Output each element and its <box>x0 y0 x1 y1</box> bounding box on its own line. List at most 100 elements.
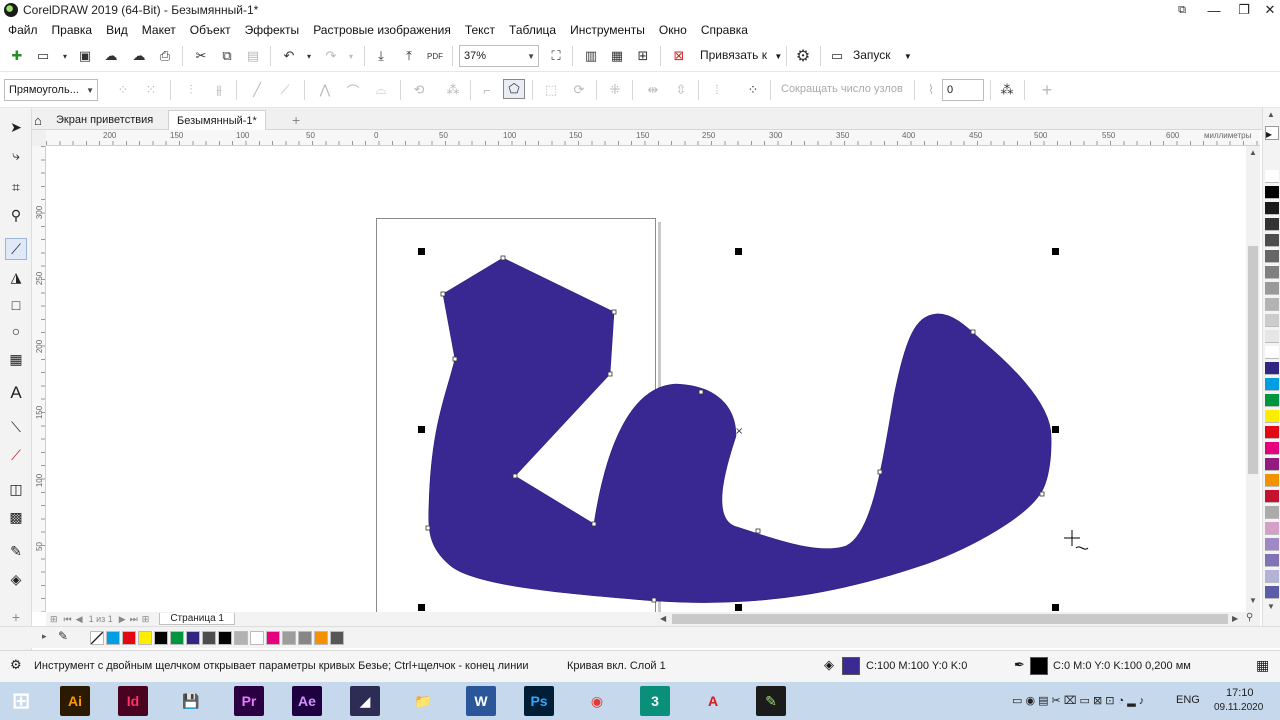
palette-swatch[interactable] <box>1265 458 1279 471</box>
menu-text[interactable]: Текст <box>465 23 495 37</box>
open-folder-icon[interactable]: ▭ <box>32 46 54 66</box>
connector-tool-icon[interactable]: ⟋ <box>5 444 27 466</box>
menu-edit[interactable]: Правка <box>52 23 93 37</box>
palette-swatch[interactable] <box>1265 554 1279 567</box>
reduce-nodes-button[interactable]: Сокращать число узлов <box>781 83 903 95</box>
minimize-button[interactable]: — <box>1198 0 1230 20</box>
artistic-media-icon[interactable]: ◮ <box>5 266 27 288</box>
last-page-icon[interactable]: ⏭ <box>130 614 138 625</box>
vertical-scroll-thumb[interactable] <box>1248 246 1258 474</box>
palette-scroll-down-icon[interactable]: ▼ <box>1267 602 1275 611</box>
close-button[interactable]: ✕ <box>1254 0 1280 20</box>
parallel-dimension-icon[interactable]: ⟍ <box>5 416 27 438</box>
add-icon[interactable]: + <box>1036 80 1058 100</box>
palette-scroll-up-icon[interactable]: ▲ <box>1267 110 1275 119</box>
palette-swatch[interactable] <box>234 631 248 645</box>
launch-button[interactable]: Запуск ▼ <box>853 48 912 62</box>
taskbar-indesign-icon[interactable]: Id <box>118 686 148 716</box>
fill-color-swatch[interactable] <box>842 657 860 675</box>
palette-swatch[interactable] <box>330 631 344 645</box>
options-gear-icon[interactable]: ⚙ <box>792 46 814 66</box>
palette-swatch[interactable] <box>154 631 168 645</box>
save-icon[interactable]: ▣ <box>74 46 96 66</box>
mirror-v-icon[interactable]: ⇳ <box>670 80 692 100</box>
palette-swatch[interactable] <box>1265 314 1279 327</box>
align-nodes-icon[interactable]: ⁜ <box>604 80 626 100</box>
outline-color-swatch[interactable] <box>1030 657 1048 675</box>
palette-swatch[interactable] <box>1265 538 1279 551</box>
export-pdf-icon[interactable]: PDF <box>424 46 446 66</box>
add-node-icon[interactable]: ⁘ <box>112 80 134 100</box>
break-curve-icon[interactable]: ⫵ <box>208 80 230 100</box>
palette-swatch[interactable] <box>1265 570 1279 583</box>
reverse-direction-icon[interactable]: ⟲ <box>408 80 430 100</box>
palette-swatch[interactable] <box>1265 474 1279 487</box>
transparency-icon[interactable]: ▩ <box>5 506 27 528</box>
horizontal-ruler[interactable]: 200 150 100 50 0 50 100 150 150 250 300 … <box>46 130 1260 146</box>
palette-swatch[interactable] <box>122 631 136 645</box>
mirror-h-icon[interactable]: ⇹ <box>642 80 664 100</box>
palette-swatch[interactable] <box>1265 250 1279 263</box>
zoom-tool-icon[interactable]: ⚲ <box>5 204 27 226</box>
taskbar-premiere-icon[interactable]: Pr <box>234 686 264 716</box>
import-icon[interactable]: ⤓ <box>370 46 392 66</box>
delete-node-icon[interactable]: ⁙ <box>140 80 162 100</box>
palette-swatch[interactable] <box>1265 202 1279 215</box>
tray-icons[interactable]: ▭ ◉ ▤ ✂ ⌧ ▭ ⊠ ⊡ ◔ ▂ ♪ <box>1012 694 1144 707</box>
palette-swatch[interactable] <box>1265 522 1279 535</box>
interactive-fill-icon[interactable]: ◈ <box>5 568 27 590</box>
palette-swatch[interactable] <box>1265 282 1279 295</box>
no-color-swatch[interactable] <box>90 631 104 645</box>
palette-swatch[interactable] <box>1265 362 1279 375</box>
to-curve-icon[interactable]: ⟋ <box>274 80 296 100</box>
polygon-tool-icon[interactable]: ▦ <box>5 348 27 370</box>
zoom-navigator-icon[interactable]: ⚲ <box>1246 612 1253 623</box>
palette-swatch[interactable] <box>298 631 312 645</box>
palette-swatch[interactable] <box>1265 186 1279 199</box>
taskbar-photoshop-icon[interactable]: Ps <box>524 686 554 716</box>
tab-document[interactable]: Безымянный-1* <box>168 110 266 130</box>
palette-swatch[interactable] <box>1265 394 1279 407</box>
show-grid-icon[interactable]: ▦ <box>606 46 628 66</box>
extract-subpath-icon[interactable]: ⌐ <box>476 80 498 100</box>
palette-swatch[interactable] <box>266 631 280 645</box>
taskbar-word-icon[interactable]: W <box>466 686 496 716</box>
clock-date[interactable]: 09.11.2020 <box>1214 702 1263 713</box>
palette-swatch[interactable] <box>1265 298 1279 311</box>
taskbar-autocad-icon[interactable]: A <box>698 686 728 716</box>
undo-dropdown-icon[interactable]: ▾ <box>298 46 320 66</box>
taskbar-corel-photopaint-icon[interactable]: ◢ <box>350 686 380 716</box>
palette-menu-icon[interactable]: ▸ <box>1265 126 1279 141</box>
palette-swatch[interactable] <box>186 631 200 645</box>
color-settings-icon[interactable]: ▦ <box>1256 657 1269 674</box>
palette-swatch[interactable] <box>1265 490 1279 503</box>
drawing-canvas[interactable]: × <box>46 146 1246 612</box>
palette-swatch[interactable] <box>1265 266 1279 279</box>
horizontal-scroll-thumb[interactable] <box>672 614 1228 624</box>
palette-swatch[interactable] <box>138 631 152 645</box>
menu-table[interactable]: Таблица <box>509 23 556 37</box>
show-guidelines-icon[interactable]: ⊞ <box>632 46 654 66</box>
clock-time[interactable]: 17:10 <box>1226 687 1254 699</box>
to-line-icon[interactable]: ╱ <box>246 80 268 100</box>
palette-swatch[interactable] <box>1265 426 1279 439</box>
menu-window[interactable]: Окно <box>659 23 687 37</box>
taskbar-3dsmax-icon[interactable]: 3 <box>640 686 670 716</box>
palette-swatch[interactable] <box>1265 410 1279 423</box>
snap-off-icon[interactable]: ⊠ <box>668 46 690 66</box>
vertical-ruler[interactable]: 300 250 200 150 100 50 <box>32 146 46 612</box>
taskbar-chrome-icon[interactable]: ◉ <box>582 686 612 716</box>
freehand-tool-icon[interactable]: ⟋ <box>5 238 27 260</box>
ruler-origin[interactable] <box>32 130 46 146</box>
next-page-icon[interactable]: ▶ <box>119 614 126 625</box>
text-tool-icon[interactable]: A <box>5 382 27 404</box>
snap-to-button[interactable]: Привязать к ▼ <box>700 48 782 62</box>
scroll-left-icon[interactable]: ◀ <box>660 614 666 623</box>
palette-swatch[interactable] <box>1265 218 1279 231</box>
palette-swatch[interactable] <box>1265 506 1279 519</box>
object-type-combo[interactable]: Прямоуголь... ▼ <box>4 79 98 101</box>
taskbar-explorer-icon[interactable]: 📁 <box>408 686 438 716</box>
copy-icon[interactable]: ⧉ <box>216 46 238 66</box>
menu-help[interactable]: Справка <box>701 23 748 37</box>
palette-swatch[interactable] <box>1265 378 1279 391</box>
